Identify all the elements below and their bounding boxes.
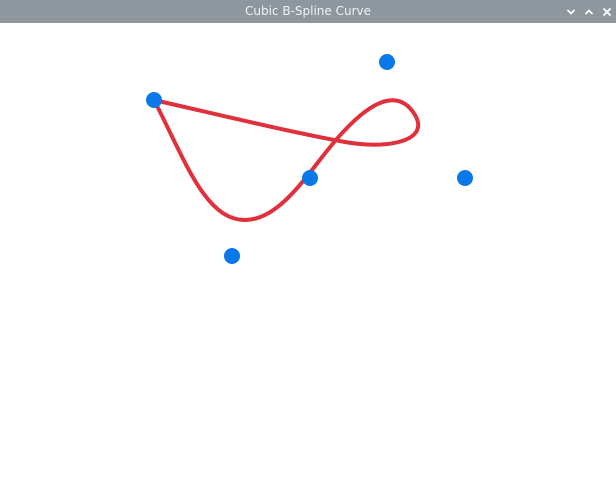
- window-title: Cubic B-Spline Curve: [244, 4, 372, 18]
- app-window: Cubic B-Spline Curve: [0, 0, 616, 485]
- b-spline-curve: [152, 98, 421, 222]
- control-point[interactable]: [457, 170, 473, 186]
- maximize-button[interactable]: [580, 0, 598, 23]
- close-icon: [603, 7, 611, 16]
- maximize-icon: [585, 9, 593, 14]
- spline-drawing: [146, 54, 473, 264]
- minimize-icon: [567, 9, 575, 14]
- control-point[interactable]: [146, 92, 162, 108]
- drawing-canvas[interactable]: [0, 23, 616, 485]
- window-controls: [562, 0, 616, 23]
- control-point[interactable]: [224, 248, 240, 264]
- close-button[interactable]: [598, 0, 616, 23]
- control-point[interactable]: [302, 170, 318, 186]
- control-point[interactable]: [379, 54, 395, 70]
- title-bar[interactable]: Cubic B-Spline Curve: [0, 0, 616, 23]
- minimize-button[interactable]: [562, 0, 580, 23]
